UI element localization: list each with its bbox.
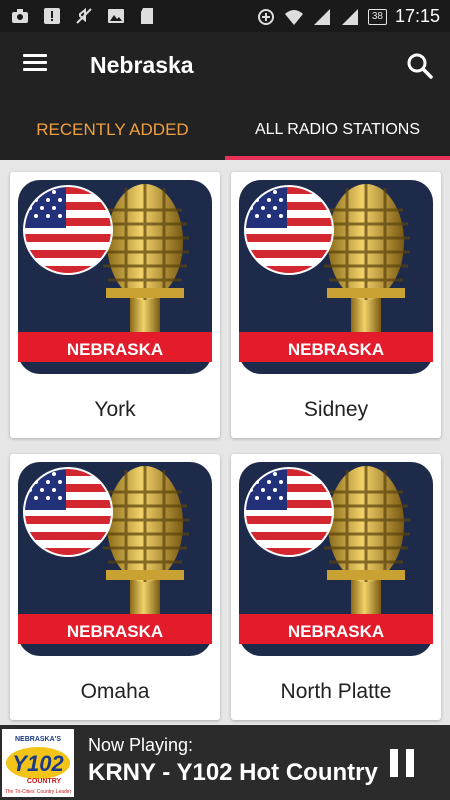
station-banner-text: NEBRASKA [67,622,163,641]
svg-text:The Tri-Cities' Country Leader: The Tri-Cities' Country Leader [5,789,72,795]
sd-card-icon [141,8,153,24]
station-card[interactable]: NEBRASKA Omaha [10,454,220,720]
signal-icon [313,8,330,25]
signal-icon [341,8,358,25]
station-logo: NEBRASKA'S Y102 COUNTRY The Tri-Cities' … [2,729,74,797]
now-playing-label: Now Playing: [88,735,194,755]
system-icons: 38 17:15 [256,6,440,27]
station-artwork: NEBRASKA [18,180,212,374]
data-saver-icon [257,8,274,25]
alert-icon [44,8,60,24]
clock: 17:15 [394,6,440,26]
pause-icon[interactable] [390,749,416,777]
station-name: Omaha [80,680,150,703]
menu-icon[interactable] [18,50,52,82]
station-card[interactable]: NEBRASKA Sidney [231,172,441,438]
now-playing-bar[interactable]: NEBRASKA'S Y102 COUNTRY The Tri-Cities' … [0,725,450,800]
notification-icons [10,6,158,26]
station-artwork: NEBRASKA [18,462,212,656]
tab-all-radio-stations[interactable]: ALL RADIO STATIONS [225,100,450,160]
svg-text:Y102: Y102 [12,751,64,776]
svg-text:NEBRASKA'S: NEBRASKA'S [15,736,61,743]
station-banner-text: NEBRASKA [67,340,163,359]
station-banner-text: NEBRASKA [288,622,384,641]
app-bar: Nebraska [0,32,450,100]
wifi-icon [284,9,303,25]
battery-indicator: 38 [367,8,387,25]
station-artwork: NEBRASKA [239,180,433,374]
svg-text:COUNTRY: COUNTRY [27,778,62,785]
image-icon [108,9,124,23]
station-grid: NEBRASKA York NEBRASKA Sidney NEBRASKA O… [0,160,450,725]
status-bar: 38 17:15 [0,0,450,32]
station-card[interactable]: NEBRASKA York [10,172,220,438]
station-card[interactable]: NEBRASKA North Platte [231,454,441,720]
search-icon[interactable] [404,50,436,82]
station-banner-text: NEBRASKA [288,340,384,359]
camera-icon [12,9,28,23]
tab-recently-added[interactable]: RECENTLY ADDED [0,100,225,160]
tab-bar: RECENTLY ADDED ALL RADIO STATIONS [0,100,450,160]
station-name: York [94,398,136,421]
mute-icon [76,7,92,24]
now-playing-station: KRNY - Y102 Hot Country [88,759,378,786]
station-artwork: NEBRASKA [239,462,433,656]
station-name: North Platte [280,680,392,703]
page-title: Nebraska [90,52,194,78]
station-name: Sidney [303,398,369,421]
